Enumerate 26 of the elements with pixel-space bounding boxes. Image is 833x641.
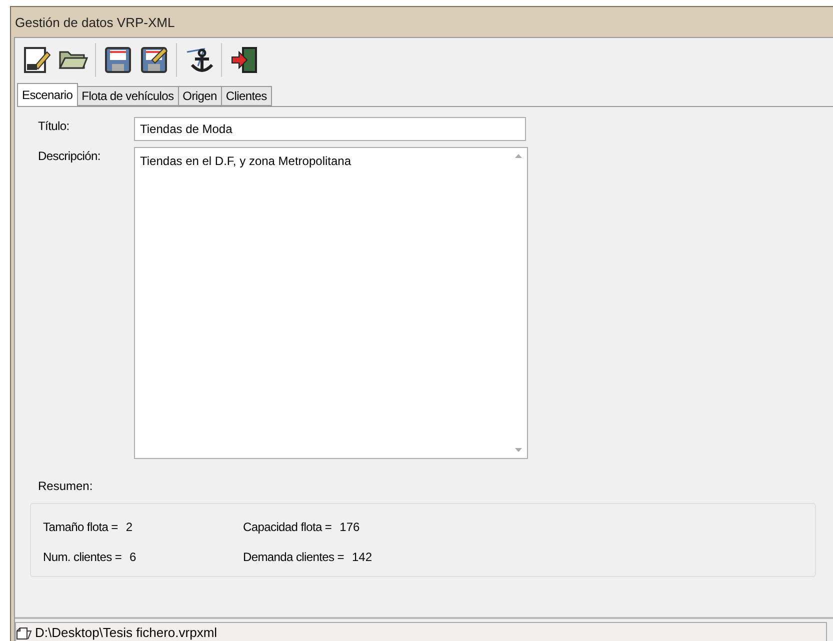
summary-label: Resumen:	[38, 479, 94, 493]
description-field[interactable]: Tiendas en el D.F, y zona Metropolitana	[134, 147, 528, 459]
down-arrow-icon	[515, 448, 522, 452]
summary-item-label: Num. clientes =	[43, 550, 122, 564]
field-label: Título:	[38, 118, 70, 133]
tab[interactable]: Flota de vehículos	[76, 86, 179, 106]
window-title: Gestión de datos VRP-XML	[15, 14, 175, 30]
document-icon	[16, 626, 32, 640]
anchor-icon	[184, 46, 214, 74]
floppy-disk-pencil-icon	[140, 46, 168, 74]
summary-item-label: Tamaño flota =	[43, 520, 118, 534]
summary-item-value: 2	[126, 520, 133, 534]
summary-item-value: 142	[352, 550, 372, 564]
tab[interactable]: Escenario	[17, 83, 78, 106]
exit-door-icon	[230, 46, 258, 74]
summary-item-value: 6	[130, 550, 136, 564]
summary-item-value: 176	[340, 520, 360, 534]
file-path: D:\Desktop\Tesis fichero.vrpxml	[35, 625, 218, 640]
title-field[interactable]: Tiendas de Moda	[134, 117, 526, 141]
up-arrow-icon	[515, 154, 522, 158]
edit-document-icon	[23, 46, 51, 74]
field-label: Descripción:	[38, 148, 102, 163]
tab[interactable]: Clientes	[220, 86, 272, 106]
tab[interactable]: Origen	[178, 86, 222, 106]
summary-item-label: Demanda clientes =	[243, 550, 344, 564]
summary-item-label: Capacidad flota =	[243, 520, 332, 534]
